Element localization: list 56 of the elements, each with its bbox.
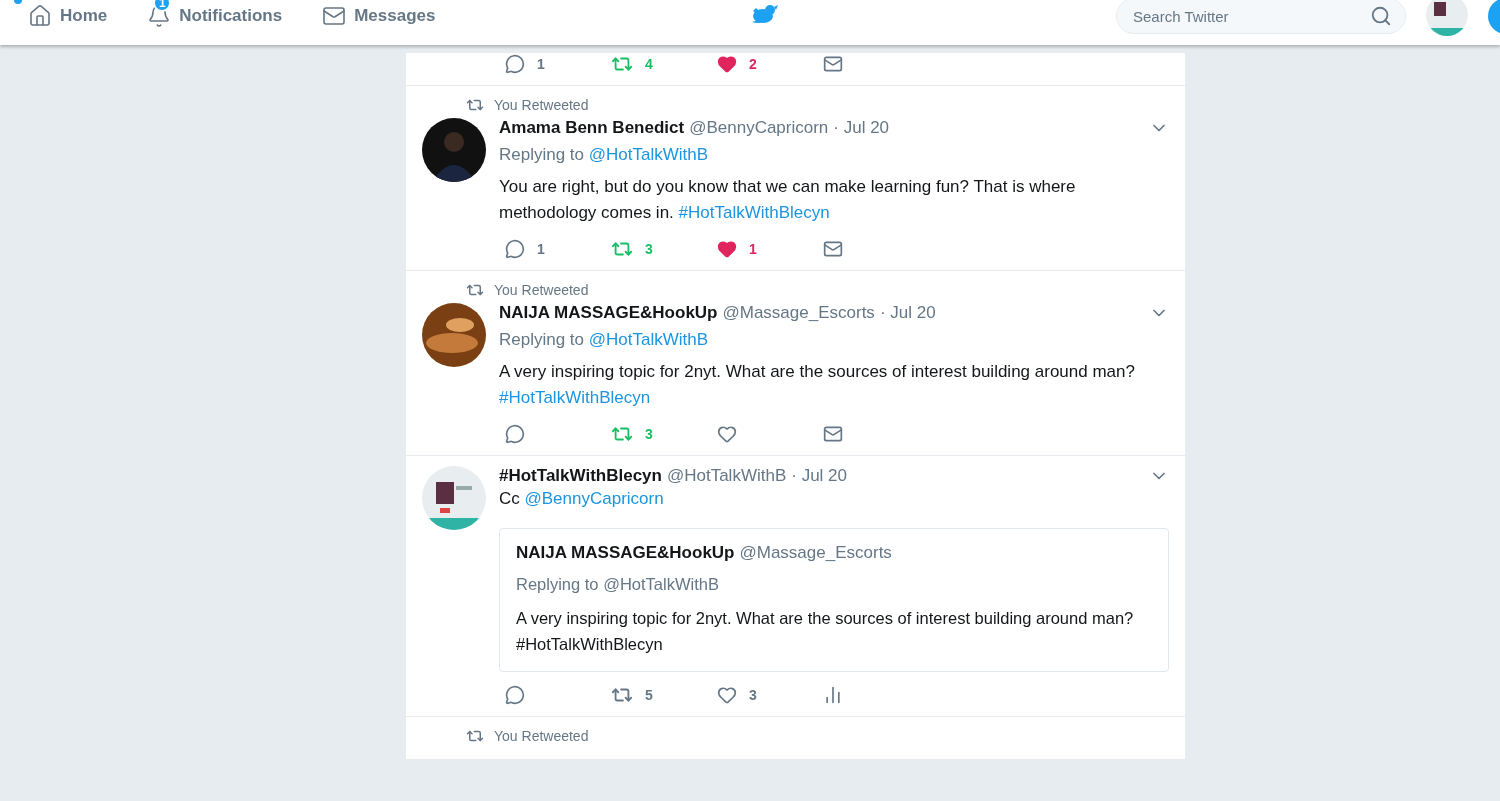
retweet-count: 3: [645, 426, 653, 442]
mail-icon[interactable]: [823, 239, 843, 259]
analytics-icon[interactable]: [823, 685, 843, 705]
retweet-count: 4: [645, 56, 653, 72]
heart-icon[interactable]: [717, 685, 737, 705]
display-name: NAIJA MASSAGE&HookUp: [516, 543, 735, 563]
heart-icon[interactable]: [717, 54, 737, 74]
retweet-context: You Retweeted: [494, 97, 589, 113]
mention-link[interactable]: @HotTalkWithB: [588, 330, 709, 349]
tweet-date[interactable]: · Jul 20: [879, 303, 936, 323]
tweet-date[interactable]: · Jul 20: [791, 466, 847, 486]
reply-icon[interactable]: [505, 239, 525, 259]
user-handle: @Massage_Escorts: [739, 543, 892, 563]
home-icon: [28, 4, 52, 28]
display-name[interactable]: #HotTalkWithBlecyn: [499, 466, 662, 486]
retweet-count: 3: [645, 241, 653, 257]
search-field[interactable]: Search Twitter: [1116, 0, 1406, 34]
display-name[interactable]: Amama Benn Benedict: [499, 118, 685, 138]
quoted-tweet[interactable]: NAIJA MASSAGE&HookUp @Massage_Escorts Replying to @HotTalkWithB A very inspiring topic for 2nyt. What are the sources of interest building around man? #HotTalkWithBlecyn: [499, 528, 1169, 672]
tweet-text: A very inspiring topic for 2nyt. What are the sources of interest building around man? #HotTalkWithBlecyn: [516, 608, 1135, 655]
tweet-button-edge[interactable]: [1488, 0, 1500, 34]
like-count: 1: [749, 241, 757, 257]
mail-icon[interactable]: [823, 54, 843, 74]
replying-to: Replying to @HotTalkWithB: [499, 144, 710, 166]
tweet-text: A very inspiring topic for 2nyt. What are the sources of interest building around man? #HotTalkWithBlecyn: [499, 361, 1136, 409]
tweet-text: Cc @BennyCapricorn: [499, 488, 665, 510]
reply-count: 1: [537, 241, 545, 257]
reply-icon[interactable]: [505, 424, 525, 444]
retweet-context: You Retweeted: [494, 282, 589, 298]
user-handle[interactable]: @BennyCapricorn: [689, 118, 829, 138]
retweet-count: 5: [645, 687, 653, 703]
tweet-text: You are right, but do you know that we can make learning fun? That is where methodology comes in. #HotTalkWithBlecyn: [499, 176, 1077, 224]
mention-link[interactable]: @HotTalkWithB: [588, 145, 709, 164]
like-count: 2: [749, 56, 757, 72]
nav-link[interactable]: Home: [28, 0, 108, 32]
replying-to: Replying to @HotTalkWithB: [516, 574, 720, 595]
search-icon[interactable]: [1370, 5, 1392, 27]
replying-to: Replying to @HotTalkWithB: [499, 329, 710, 351]
reply-icon[interactable]: [505, 54, 525, 74]
hashtag-link[interactable]: #HotTalkWithBlecyn: [678, 203, 830, 222]
reply-count: 1: [537, 56, 545, 72]
reply-icon[interactable]: [505, 685, 525, 705]
user-handle[interactable]: @Massage_Escorts: [722, 303, 875, 323]
mail-icon[interactable]: [823, 424, 843, 444]
retweet-context: You Retweeted: [494, 728, 589, 744]
like-count: 3: [749, 687, 757, 703]
tweet-date[interactable]: · Jul 20: [833, 118, 890, 138]
mail-icon: [322, 4, 347, 28]
hashtag-link[interactable]: @BennyCapricorn: [524, 489, 664, 508]
display-name[interactable]: NAIJA MASSAGE&HookUp: [499, 303, 718, 323]
bird-icon[interactable]: [750, 2, 778, 26]
heart-icon[interactable]: [717, 424, 737, 444]
user-handle[interactable]: @HotTalkWithB: [666, 466, 787, 486]
nav-link[interactable]: Messages: [322, 0, 436, 32]
heart-icon[interactable]: [717, 239, 737, 259]
hashtag-link[interactable]: #HotTalkWithBlecyn: [499, 388, 651, 407]
